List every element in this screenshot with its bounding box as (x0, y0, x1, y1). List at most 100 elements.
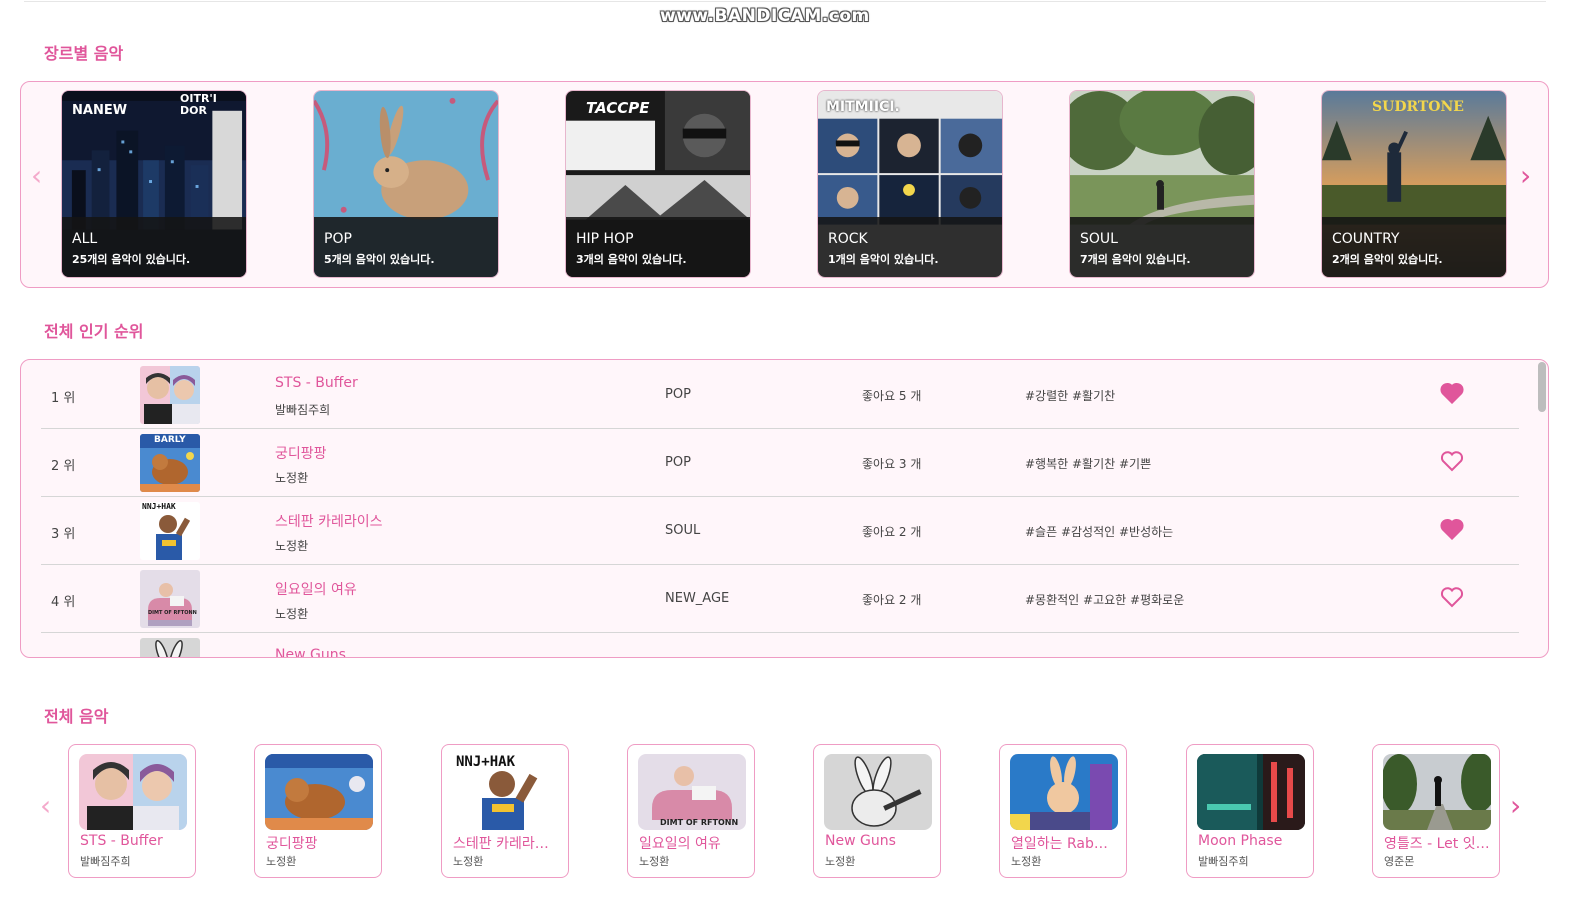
album-thumbnail[interactable]: BARLY (140, 434, 200, 492)
genre-card-all[interactable]: NANEW OITR'I DOR ALL 25개의 음악이 있습니다. (61, 90, 247, 278)
song-title[interactable]: 스테판 카레라이스 (275, 511, 383, 531)
music-card[interactable]: 열일하는 Rab… 노정환 (999, 744, 1127, 878)
song-tags: #몽환적인 #고요한 #평화로운 (1025, 593, 1185, 607)
song-genre: POP (665, 387, 691, 402)
album-thumbnail (1383, 754, 1491, 830)
song-title: STS - Buffer (80, 833, 163, 849)
rank-number: 4 위 (51, 595, 76, 610)
genre-count: 1개의 음악이 있습니다. (828, 253, 939, 266)
chevron-left-icon[interactable]: ‹ (31, 162, 42, 190)
song-artist: 발빠짐주희 (1198, 855, 1249, 868)
genre-count: 7개의 음악이 있습니다. (1080, 253, 1191, 266)
album-thumbnail (265, 754, 373, 830)
album-thumbnail: NNJ+HAK (452, 754, 560, 830)
album-text-all-1: NANEW (72, 103, 128, 118)
like-count: 좋아요 3 개 (862, 457, 922, 471)
genre-name: ROCK (828, 231, 868, 247)
song-artist: 노정환 (639, 855, 670, 868)
song-title[interactable]: New Guns (275, 647, 346, 657)
genre-overlay: HIP HOP 3개의 음악이 있습니다. (566, 217, 750, 277)
song-artist: 발빠짐주희 (275, 403, 331, 417)
song-genre: POP (665, 455, 691, 470)
album-thumbnail[interactable] (140, 638, 200, 657)
genre-card-rock[interactable]: MITMIICI. ROCK 1개의 음악이 있습니다. (817, 90, 1003, 278)
rank-number: 1 위 (51, 391, 76, 406)
album-thumbnail[interactable]: DIMT OF RFTONN (140, 570, 200, 628)
chevron-right-icon[interactable]: › (1520, 162, 1531, 190)
song-tags: #강렬한 #활기찬 (1025, 389, 1116, 403)
music-card[interactable]: 영틀즈 - Let 잇… 영준몬 (1372, 744, 1500, 878)
album-text-all-2: OITR'I DOR (180, 92, 217, 117)
song-title: 궁디팡팡 (266, 836, 318, 852)
album-thumbnail[interactable] (140, 366, 200, 424)
album-thumbnail (1197, 754, 1305, 830)
song-title: 영틀즈 - Let 잇… (1384, 836, 1490, 852)
genre-overlay: ALL 25개의 음악이 있습니다. (62, 217, 246, 277)
album-thumbnail (824, 754, 932, 830)
album-text-nnj: NNJ+HAK (456, 754, 516, 770)
album-thumbnail[interactable]: NNJ+HAK (140, 502, 200, 560)
album-text-dimt: DIMT OF RFTONN (660, 818, 739, 827)
song-title: 스테판 카레라… (453, 836, 549, 852)
genre-card-hiphop[interactable]: TACCPE HIP HOP 3개의 음악이 있습니다. (565, 90, 751, 278)
song-artist: 노정환 (275, 539, 309, 553)
genre-card-country[interactable]: SUDRTONE COUNTRY 2개의 음악이 있습니다. (1321, 90, 1507, 278)
genre-section-title: 장르별 음악 (44, 44, 124, 63)
song-artist: 노정환 (1011, 855, 1042, 868)
music-card[interactable]: DIMT OF RFTONN 일요일의 여유 노정환 (627, 744, 755, 878)
genre-count: 3개의 음악이 있습니다. (576, 253, 687, 266)
song-tags: #행복한 #활기찬 #기쁜 (1025, 457, 1152, 471)
ranking-row[interactable]: 1 위 STS - Buffer 발빠짐주희 POP 좋아요 5 개 #강렬한 … (41, 361, 1519, 429)
song-artist: 영준몬 (1384, 855, 1415, 868)
heart-filled-icon[interactable] (1440, 382, 1464, 404)
genre-name: SOUL (1080, 231, 1118, 247)
chevron-left-icon[interactable]: ‹ (40, 792, 51, 820)
song-artist: 노정환 (275, 471, 309, 485)
song-title[interactable]: 일요일의 여유 (275, 579, 357, 599)
song-artist: 노정환 (825, 855, 856, 868)
genre-name: COUNTRY (1332, 231, 1400, 247)
genre-overlay: COUNTRY 2개의 음악이 있습니다. (1322, 217, 1506, 277)
song-tags: #슬픈 #감성적인 #반성하는 (1025, 525, 1174, 539)
album-text-barly: BARLY (154, 435, 186, 445)
ranking-row[interactable]: 2 위 BARLY 궁디팡팡 노정환 POP 좋아요 3 개 #행복한 #활기찬… (41, 429, 1519, 497)
song-artist: 발빠짐주희 (80, 855, 131, 868)
genre-count: 25개의 음악이 있습니다. (72, 253, 191, 266)
album-thumbnail: DIMT OF RFTONN (638, 754, 746, 830)
music-card[interactable]: Moon Phase 발빠짐주희 (1186, 744, 1314, 878)
album-thumbnail (79, 754, 187, 830)
music-card[interactable]: NNJ+HAK 스테판 카레라… 노정환 (441, 744, 569, 878)
music-card[interactable]: 궁디팡팡 노정환 (254, 744, 382, 878)
ranking-row[interactable]: 4 위 DIMT OF RFTONN 일요일의 여유 노정환 NEW_AGE 좋… (41, 565, 1519, 633)
all-music-section-title: 전체 음악 (44, 707, 109, 726)
rank-number: 3 위 (51, 527, 76, 542)
like-count: 좋아요 2 개 (862, 593, 922, 607)
chevron-right-icon[interactable]: › (1510, 792, 1521, 820)
heart-outline-icon[interactable] (1440, 450, 1464, 472)
ranking-list: 1 위 STS - Buffer 발빠짐주희 POP 좋아요 5 개 #강렬한 … (20, 359, 1549, 658)
genre-card-soul[interactable]: SOUL 7개의 음악이 있습니다. (1069, 90, 1255, 278)
album-text-country: SUDRTONE (1372, 99, 1464, 115)
ranking-row[interactable]: 3 위 NNJ+HAK 스테판 카레라이스 노정환 SOUL 좋아요 2 개 #… (41, 497, 1519, 565)
genre-name: POP (324, 231, 352, 247)
album-text-nnj: NNJ+HAK (142, 502, 176, 511)
heart-outline-icon[interactable] (1440, 586, 1464, 608)
ranking-section-title: 전체 인기 순위 (44, 322, 144, 341)
ranking-row[interactable]: New Guns (41, 633, 1519, 657)
genre-carousel: ‹ › NANEW OITR'I DOR ALL 25개의 음악이 있습니다. (20, 81, 1549, 288)
music-card[interactable]: New Guns 노정환 (813, 744, 941, 878)
genre-overlay: POP 5개의 음악이 있습니다. (314, 217, 498, 277)
song-title: New Guns (825, 833, 896, 849)
heart-filled-icon[interactable] (1440, 518, 1464, 540)
song-title[interactable]: STS - Buffer (275, 375, 358, 391)
album-thumbnail (1010, 754, 1118, 830)
song-title[interactable]: 궁디팡팡 (275, 443, 327, 463)
music-card[interactable]: STS - Buffer 발빠짐주희 (68, 744, 196, 878)
song-artist: 노정환 (266, 855, 297, 868)
genre-card-pop[interactable]: POP 5개의 음악이 있습니다. (313, 90, 499, 278)
scrollbar-thumb[interactable] (1538, 362, 1546, 412)
song-artist: 노정환 (453, 855, 484, 868)
genre-name: HIP HOP (576, 231, 634, 247)
song-genre: SOUL (665, 523, 701, 538)
song-title: Moon Phase (1198, 833, 1283, 849)
